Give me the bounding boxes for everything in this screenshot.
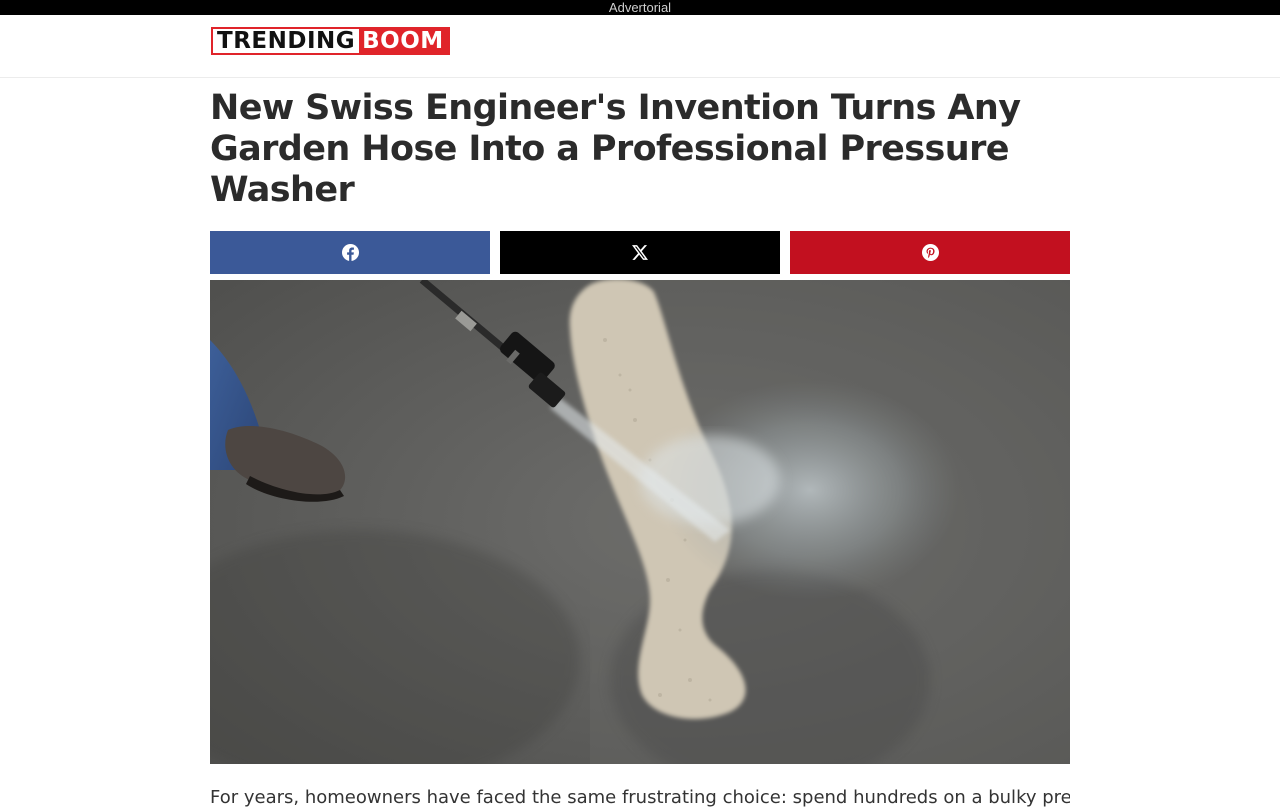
share-x-button[interactable]: [500, 231, 780, 274]
share-pinterest-button[interactable]: [790, 231, 1070, 274]
article-headline: New Swiss Engineer's Invention Turns Any…: [210, 88, 1021, 210]
site-logo[interactable]: TRENDING BOOM: [211, 27, 450, 55]
logo-text-trending: TRENDING: [213, 29, 360, 53]
logo-text-boom: BOOM: [359, 29, 448, 53]
pinterest-icon: [921, 244, 939, 261]
facebook-icon: [341, 244, 359, 261]
pressure-washer-illustration: [210, 280, 1070, 764]
advertorial-bar: Advertorial: [0, 0, 1280, 15]
advertorial-label: Advertorial: [608, 0, 672, 15]
article-intro-paragraph: For years, homeowners have faced the sam…: [210, 787, 1070, 808]
x-icon: [632, 245, 648, 260]
share-facebook-button[interactable]: [210, 231, 490, 274]
hero-image: [210, 280, 1070, 764]
site-header: TRENDING BOOM: [0, 15, 1280, 78]
